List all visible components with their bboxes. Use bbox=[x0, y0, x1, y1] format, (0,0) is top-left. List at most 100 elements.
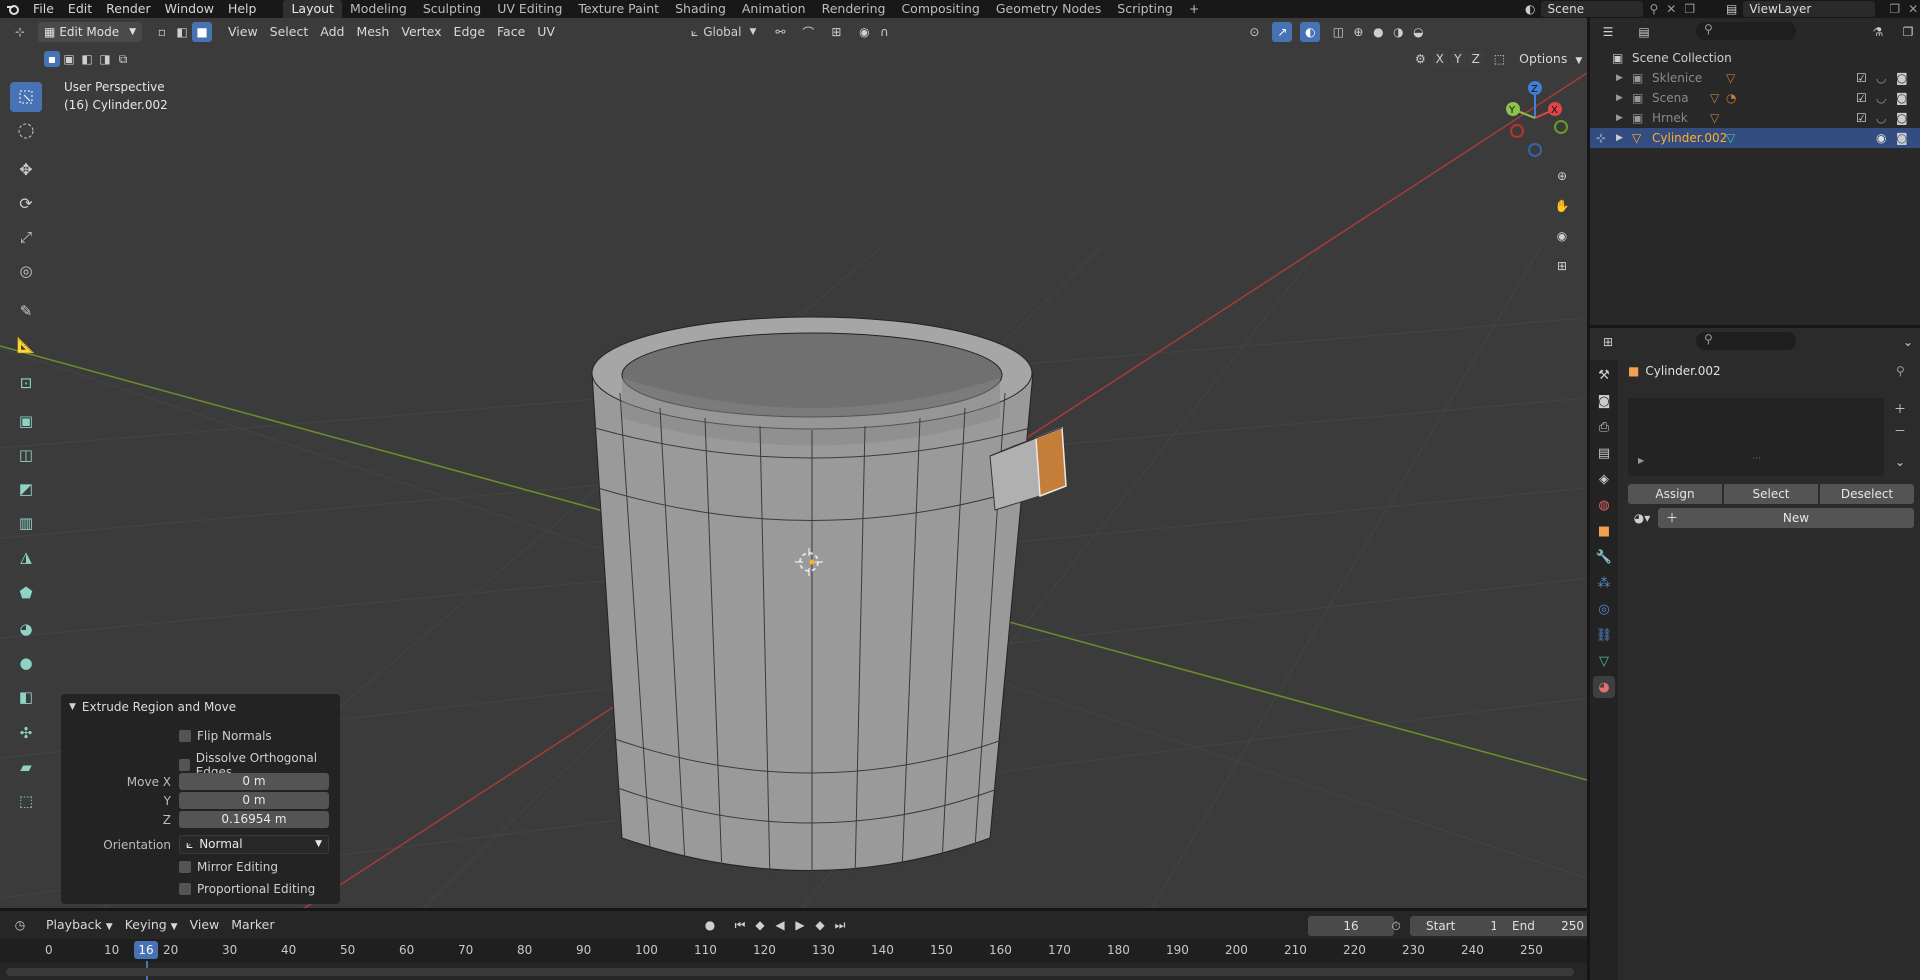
visibility-checkbox[interactable]: ☑ bbox=[1856, 68, 1867, 88]
stopwatch-icon[interactable]: ⏱ bbox=[1386, 916, 1406, 936]
pan-hand-icon[interactable]: ✋ bbox=[1552, 196, 1572, 216]
menu-edit[interactable]: Edit bbox=[61, 0, 99, 18]
tab-texture-paint[interactable]: Texture Paint bbox=[570, 0, 667, 18]
menu-add[interactable]: Add bbox=[314, 22, 350, 42]
world-tab-icon[interactable]: ◍ bbox=[1593, 494, 1615, 516]
menu-uv[interactable]: UV bbox=[531, 22, 561, 42]
move-y-field[interactable]: 0 m bbox=[179, 792, 329, 809]
record-icon[interactable]: ● bbox=[700, 915, 720, 935]
select-invert-icon[interactable]: ◨ bbox=[96, 51, 114, 67]
timeline-editor-type-icon[interactable]: ◷ bbox=[10, 915, 30, 935]
options-dropdown[interactable]: Options ▼ bbox=[1513, 51, 1588, 67]
display-mode-icon[interactable]: ▤ bbox=[1634, 22, 1654, 42]
flip-normals-checkbox[interactable] bbox=[179, 730, 191, 742]
menu-help[interactable]: Help bbox=[221, 0, 264, 18]
menu-file[interactable]: File bbox=[26, 0, 61, 18]
new-collection-icon[interactable]: ❐ bbox=[1898, 22, 1918, 42]
rendered-shading-icon[interactable]: ◒ bbox=[1408, 22, 1428, 42]
operator-panel-header[interactable]: ▼ Extrude Region and Move bbox=[69, 700, 236, 714]
constraints-tab-icon[interactable]: ⛓ bbox=[1593, 624, 1615, 646]
browse-material-icon[interactable]: ◕▾ bbox=[1628, 508, 1656, 528]
proportional-editing-icon[interactable]: ◉ bbox=[854, 22, 874, 42]
mirror-x-toggle[interactable]: X bbox=[1431, 51, 1448, 67]
visibility-icon[interactable]: ⊙ bbox=[1244, 22, 1264, 42]
edge-select-icon[interactable]: ◧ bbox=[172, 22, 192, 42]
select-intersect-icon[interactable]: ⧉ bbox=[114, 51, 132, 67]
menu-select[interactable]: Select bbox=[264, 22, 315, 42]
blender-logo-icon[interactable] bbox=[0, 3, 26, 15]
move-x-field[interactable]: 0 m bbox=[179, 773, 329, 790]
dissolve-edges-checkbox[interactable] bbox=[179, 759, 190, 771]
flip-normals-row[interactable]: Flip Normals bbox=[179, 729, 272, 743]
timeline-scrollbar[interactable] bbox=[6, 968, 1574, 976]
rotate-tool[interactable]: ⟳ bbox=[10, 188, 42, 218]
mirror-z-toggle[interactable]: Z bbox=[1467, 51, 1484, 67]
scene-tab-icon[interactable]: ◈ bbox=[1593, 468, 1615, 490]
zoom-icon[interactable]: ⊕ bbox=[1552, 166, 1572, 186]
modifier-tab-icon[interactable]: 🔧 bbox=[1593, 546, 1615, 568]
deselect-button[interactable]: Deselect bbox=[1820, 484, 1914, 504]
chevron-down-icon[interactable]: ⌄ bbox=[1890, 452, 1910, 472]
select-extend-icon[interactable]: ▣ bbox=[60, 51, 78, 67]
material-shading-icon[interactable]: ◑ bbox=[1388, 22, 1408, 42]
play-reverse-icon[interactable]: ◀ bbox=[770, 915, 790, 935]
expand-icon[interactable]: ▶ bbox=[1616, 108, 1623, 128]
extrude-tool[interactable]: ▣ bbox=[10, 406, 42, 436]
render-icon[interactable]: ◙ bbox=[1896, 108, 1908, 128]
orientation-dropdown[interactable]: ⟀ Normal ▼ bbox=[179, 835, 329, 854]
inset-tool[interactable]: ◫ bbox=[10, 440, 42, 470]
tab-sculpting[interactable]: Sculpting bbox=[415, 0, 489, 18]
move-tool[interactable]: ✥ bbox=[10, 154, 42, 184]
outliner-row-scena[interactable]: ▶ ▣ Scena ▽ ◔ ☑ ◡ ◙ bbox=[1590, 88, 1920, 108]
chevron-down-icon[interactable]: ⌄ bbox=[1898, 332, 1918, 352]
editor-type-icon[interactable]: ⊹ bbox=[10, 22, 30, 42]
area-divider[interactable] bbox=[0, 908, 1587, 911]
area-divider[interactable] bbox=[1587, 18, 1590, 980]
spin-tool[interactable]: ◕ bbox=[10, 614, 42, 644]
pivot-point-icon[interactable]: ⚯ bbox=[770, 22, 790, 42]
new-material-button[interactable]: ＋ New bbox=[1658, 508, 1914, 528]
material-tab-icon[interactable]: ◕ bbox=[1593, 676, 1615, 698]
properties-editor-type-icon[interactable]: ⊞ bbox=[1598, 332, 1618, 352]
menu-keying[interactable]: Keying ▼ bbox=[119, 915, 184, 935]
scene-selector[interactable]: ◐ Scene ⚲ ✕ ❐ bbox=[1525, 1, 1695, 17]
menu-timeline-view[interactable]: View bbox=[184, 915, 226, 935]
menu-view[interactable]: View bbox=[222, 22, 264, 42]
bevel-tool[interactable]: ◩ bbox=[10, 474, 42, 504]
view-layer-tab-icon[interactable]: ▤ bbox=[1593, 442, 1615, 464]
menu-playback[interactable]: Playback ▼ bbox=[40, 915, 119, 935]
solid-shading-icon[interactable]: ● bbox=[1368, 22, 1388, 42]
expand-icon[interactable]: ▶ bbox=[1616, 128, 1623, 148]
resize-handle-icon[interactable]: ⋯ bbox=[1752, 454, 1761, 464]
auto-merge-icon[interactable]: ⬚ bbox=[1494, 52, 1505, 66]
close-icon[interactable]: ✕ bbox=[1666, 2, 1676, 16]
object-tab-icon[interactable]: ■ bbox=[1593, 520, 1615, 542]
render-icon[interactable]: ◙ bbox=[1896, 68, 1908, 88]
render-tab-icon[interactable]: ◙ bbox=[1593, 390, 1615, 412]
render-icon[interactable]: ◙ bbox=[1896, 128, 1908, 148]
annotate-tool[interactable]: ✎ bbox=[10, 296, 42, 326]
snap-icon[interactable]: ⌒ bbox=[798, 22, 818, 42]
remove-slot-icon[interactable]: － bbox=[1890, 420, 1910, 440]
transform-orientation-selector[interactable]: ⟀ Global ▼ bbox=[691, 25, 756, 40]
tab-uv-editing[interactable]: UV Editing bbox=[489, 0, 570, 18]
tab-geometry-nodes[interactable]: Geometry Nodes bbox=[988, 0, 1109, 18]
prev-keyframe-icon[interactable]: ◆ bbox=[750, 915, 770, 935]
playhead-frame-badge[interactable]: 16 bbox=[134, 941, 158, 959]
current-frame-field[interactable]: 16 bbox=[1308, 916, 1394, 936]
proportional-editing-checkbox[interactable] bbox=[179, 883, 191, 895]
particles-tab-icon[interactable]: ⁂ bbox=[1593, 572, 1615, 594]
select-subtract-icon[interactable]: ◧ bbox=[78, 51, 96, 67]
physics-tab-icon[interactable]: ◎ bbox=[1593, 598, 1615, 620]
tool-tab-icon[interactable]: ⚒ bbox=[1593, 364, 1615, 386]
tab-shading[interactable]: Shading bbox=[667, 0, 734, 18]
new-viewlayer-icon[interactable]: ❐ bbox=[1889, 2, 1900, 16]
expand-icon[interactable]: ▶ bbox=[1638, 456, 1644, 465]
vertex-select-icon[interactable]: ▫ bbox=[152, 22, 172, 42]
tab-animation[interactable]: Animation bbox=[734, 0, 814, 18]
rip-region-tool[interactable]: ⬚ bbox=[10, 786, 42, 816]
poly-build-tool[interactable]: ⬟ bbox=[10, 578, 42, 608]
select-button[interactable]: Select bbox=[1724, 484, 1818, 504]
data-tab-icon[interactable]: ▽ bbox=[1593, 650, 1615, 672]
tab-scripting[interactable]: Scripting bbox=[1109, 0, 1181, 18]
